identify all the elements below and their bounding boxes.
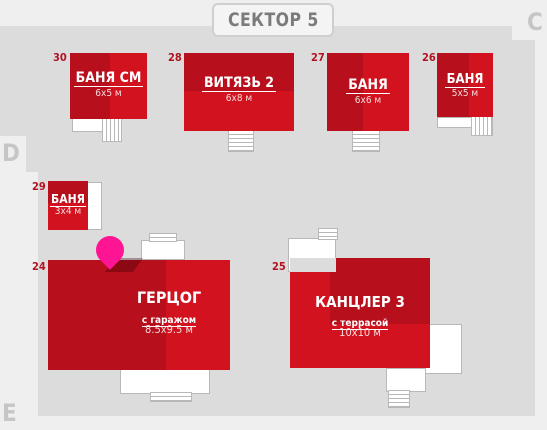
terrace-steps: [388, 390, 410, 408]
house-name: БАНЯ СМ: [73, 70, 144, 87]
plot-25-house[interactable]: КАНЦЛЕР 3 с террасой 10х10 м: [290, 258, 430, 368]
plot-number: 24: [32, 260, 46, 273]
house-name: БАНЯ: [346, 77, 390, 94]
house-size: 3х4 м: [54, 206, 82, 217]
side-label-c: C: [527, 8, 543, 36]
plot-number: 25: [272, 260, 286, 273]
house-size: 10х10 м: [339, 326, 381, 339]
sector-label: СЕКТОР 5: [212, 3, 334, 37]
porch-steps: [352, 130, 380, 152]
porch-steps: [228, 130, 254, 152]
plot-24-house[interactable]: ГЕРЦОГ с гаражом 8.5х9.5 м: [48, 260, 230, 370]
site-plan-map: СЕКТОР 5 C D E 30 БАНЯ СМ 6х5 м 28 ВИТЯЗ…: [0, 0, 547, 430]
plot-27-house[interactable]: БАНЯ 6х6 м: [327, 53, 409, 131]
house-name: БАНЯ: [50, 192, 86, 207]
house-size: 6х5 м: [95, 88, 122, 99]
house-size: 8.5х9.5 м: [145, 323, 193, 336]
house-notch: [290, 258, 336, 272]
house-size: 6х6 м: [354, 95, 382, 106]
house-name: ГЕРЦОГ: [136, 288, 202, 307]
house-size: 6х8 м: [225, 93, 253, 104]
side-label-d: D: [2, 139, 20, 167]
terrace: [120, 368, 210, 394]
side-label-e: E: [2, 399, 17, 427]
sector-ground-right-strip: [510, 40, 535, 174]
plot-28-house[interactable]: ВИТЯЗЬ 2 6х8 м: [184, 53, 294, 131]
porch: [141, 240, 185, 260]
plot-number: 29: [32, 180, 46, 193]
terrace-steps: [150, 392, 192, 402]
porch-steps: [471, 114, 493, 136]
plot-number: 30: [53, 51, 67, 64]
house-name: ВИТЯЗЬ 2: [201, 75, 277, 92]
plot-30-house[interactable]: БАНЯ СМ 6х5 м: [70, 53, 147, 119]
house-name: КАНЦЛЕР 3: [315, 293, 405, 311]
house-name: БАНЯ: [444, 72, 486, 88]
plot-number: 26: [422, 51, 436, 64]
plot-number: 27: [311, 51, 325, 64]
sector-ground-left-strip: [0, 26, 28, 136]
porch-steps: [102, 118, 122, 142]
plot-number: 28: [168, 51, 182, 64]
porch-steps: [318, 228, 338, 240]
plot-29-house[interactable]: БАНЯ 3х4 м: [48, 181, 88, 230]
porch-steps: [149, 233, 177, 242]
plot-26-house[interactable]: БАНЯ 5х5 м: [437, 53, 493, 117]
terrace-lower: [386, 368, 426, 392]
house-size: 5х5 м: [451, 88, 479, 99]
